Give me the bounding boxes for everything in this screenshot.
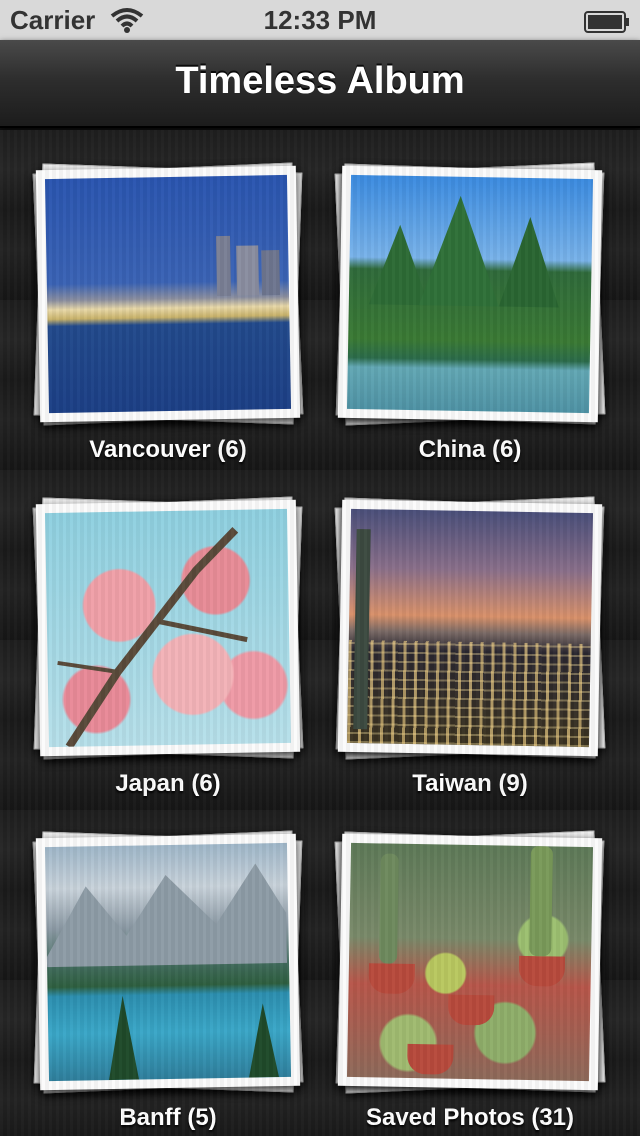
album-cover-image: [346, 174, 594, 414]
status-time: 12:33 PM: [263, 5, 377, 35]
album-label: Taiwan (9): [412, 770, 528, 797]
navigation-bar: Timeless Album: [0, 40, 640, 128]
album-cover-image: [346, 508, 594, 748]
album-saved-photos[interactable]: Saved Photos (31): [334, 830, 610, 1131]
album-label: Vancouver (6): [89, 436, 247, 463]
album-banff[interactable]: Banff (5): [32, 830, 308, 1131]
album-cover: [35, 165, 301, 423]
page-title: Timeless Album: [175, 60, 465, 102]
album-cover: [337, 499, 603, 757]
album-taiwan[interactable]: Taiwan (9): [334, 496, 610, 797]
album-label: Saved Photos (31): [365, 1104, 575, 1131]
album-cover: [337, 833, 603, 1091]
album-cover: [35, 499, 301, 757]
album-label: China (6): [418, 436, 522, 463]
album-cover: [337, 165, 603, 423]
album-cover-image: [44, 174, 292, 414]
album-japan[interactable]: Japan (6): [32, 496, 308, 797]
album-cover-image: [346, 842, 594, 1082]
album-cover-image: [44, 842, 292, 1082]
album-china[interactable]: China (6): [334, 162, 610, 463]
album-label: Banff (5): [119, 1104, 217, 1131]
album-label: Japan (6): [115, 770, 221, 797]
album-grid: Vancouver (6) China (6) Japan (6) Taiwan…: [0, 130, 640, 1136]
album-cover-image: [44, 508, 292, 748]
album-cover: [35, 833, 301, 1091]
battery-icon: [584, 9, 630, 33]
album-vancouver[interactable]: Vancouver (6): [32, 162, 308, 463]
status-bar: Carrier 12:33 PM: [0, 0, 640, 40]
